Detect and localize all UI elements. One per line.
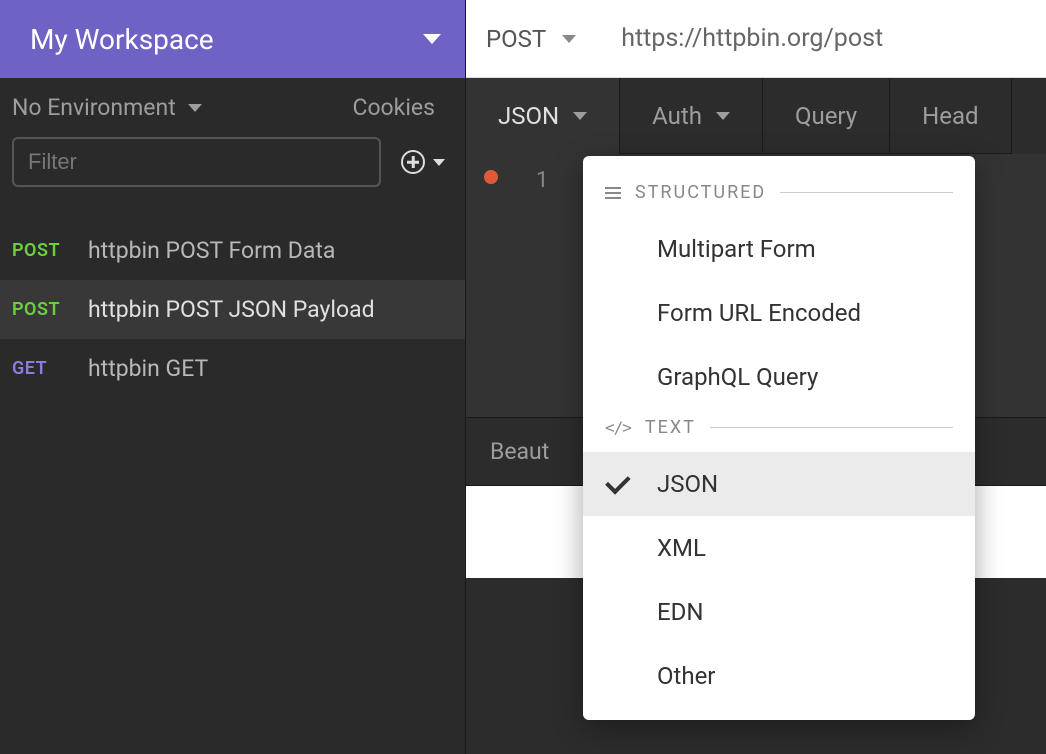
- request-item[interactable]: POST httpbin POST Form Data: [0, 221, 465, 280]
- caret-down-icon: [423, 34, 441, 44]
- menu-item-json[interactable]: JSON: [583, 452, 975, 516]
- main-panel: POST https://httpbin.org/post JSON Auth Qu…: [466, 0, 1046, 754]
- tab-label: Query: [795, 102, 857, 130]
- menu-section-title: STRUCTURED: [635, 182, 766, 203]
- caret-down-icon: [562, 35, 576, 43]
- caret-down-icon: [716, 112, 730, 120]
- menu-item-label: GraphQL Query: [657, 363, 818, 391]
- url-input[interactable]: https://httpbin.org/post: [621, 24, 883, 53]
- request-name: httpbin POST Form Data: [88, 237, 335, 264]
- tab-json[interactable]: JSON: [466, 78, 620, 154]
- check-icon: [605, 469, 630, 494]
- environment-label: No Environment: [12, 94, 176, 121]
- request-name: httpbin POST JSON Payload: [88, 296, 375, 323]
- method-badge: GET: [12, 358, 70, 379]
- editor-gutter: [466, 166, 516, 417]
- menu-item-graphql-query[interactable]: GraphQL Query: [583, 345, 975, 409]
- method-label: POST: [486, 25, 546, 53]
- workspace-title: My Workspace: [30, 23, 214, 56]
- caret-down-icon: [188, 104, 202, 112]
- menu-item-multipart-form[interactable]: Multipart Form: [583, 217, 975, 281]
- menu-section-title: TEXT: [645, 417, 696, 438]
- divider: [710, 427, 953, 428]
- sidebar: My Workspace No Environment Cookies POST…: [0, 0, 466, 754]
- filter-input[interactable]: [12, 137, 381, 187]
- divider: [780, 192, 953, 193]
- workspace-selector[interactable]: My Workspace: [0, 0, 465, 78]
- caret-down-icon: [433, 159, 445, 166]
- filter-row: [0, 135, 465, 201]
- menu-item-form-url-encoded[interactable]: Form URL Encoded: [583, 281, 975, 345]
- request-name: httpbin GET: [88, 355, 208, 382]
- request-tabs: JSON Auth Query Head: [466, 78, 1046, 154]
- menu-item-edn[interactable]: EDN: [583, 580, 975, 644]
- tab-label: Head: [922, 102, 978, 130]
- menu-item-other[interactable]: Other: [583, 644, 975, 708]
- method-badge: POST: [12, 299, 70, 320]
- beautify-button[interactable]: Beaut: [490, 438, 549, 465]
- tab-auth[interactable]: Auth: [620, 78, 763, 154]
- plus-circle-icon: [401, 150, 425, 174]
- menu-item-label: JSON: [657, 470, 718, 498]
- tab-head[interactable]: Head: [890, 78, 1011, 154]
- menu-section-header: STRUCTURED: [583, 174, 975, 217]
- menu-item-label: Other: [657, 662, 715, 690]
- tab-query[interactable]: Query: [763, 78, 890, 154]
- hamburger-icon: [605, 187, 621, 199]
- url-bar: POST https://httpbin.org/post: [466, 0, 1046, 78]
- request-item[interactable]: POST httpbin POST JSON Payload: [0, 280, 465, 339]
- line-number: 1: [516, 166, 548, 417]
- caret-down-icon: [573, 112, 587, 120]
- add-request-button[interactable]: [401, 150, 445, 174]
- cookies-link[interactable]: Cookies: [352, 94, 435, 121]
- request-item[interactable]: GET httpbin GET: [0, 339, 465, 398]
- menu-item-label: Multipart Form: [657, 235, 816, 263]
- menu-item-label: EDN: [657, 598, 704, 626]
- env-row: No Environment Cookies: [0, 78, 465, 135]
- body-type-dropdown: STRUCTURED Multipart Form Form URL Encoded…: [583, 156, 975, 720]
- tab-label: JSON: [498, 102, 559, 130]
- menu-item-label: XML: [657, 534, 706, 562]
- menu-item-label: Form URL Encoded: [657, 299, 861, 327]
- menu-item-xml[interactable]: XML: [583, 516, 975, 580]
- environment-selector[interactable]: No Environment: [12, 94, 202, 121]
- method-selector[interactable]: POST: [486, 25, 576, 53]
- tab-label: Auth: [652, 102, 702, 130]
- menu-section-header: </> TEXT: [583, 409, 975, 452]
- request-list: POST httpbin POST Form Data POST httpbin PO…: [0, 221, 465, 398]
- dirty-indicator-icon: [484, 170, 498, 184]
- method-badge: POST: [12, 240, 70, 261]
- code-icon: </>: [605, 418, 631, 437]
